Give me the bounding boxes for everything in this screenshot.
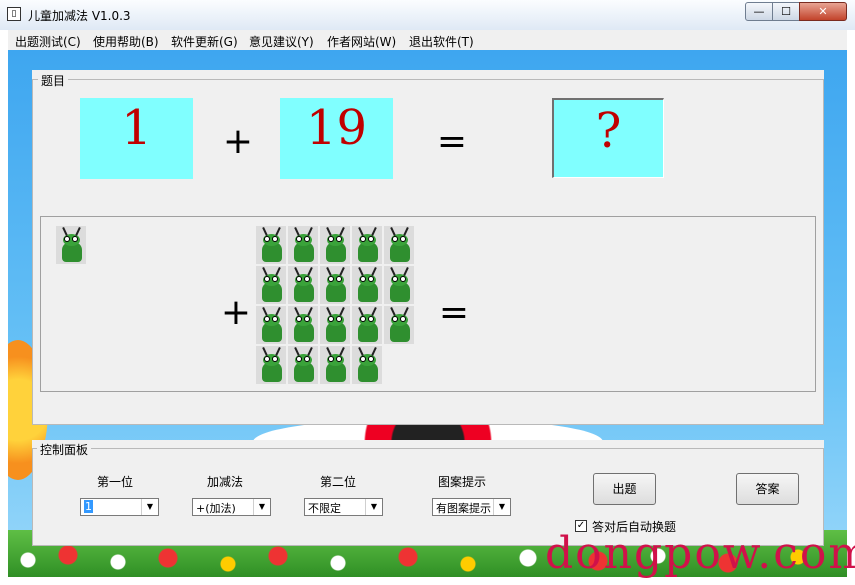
menu-help[interactable]: 使用帮助(B) — [93, 33, 159, 50]
equals-sign: = — [436, 121, 468, 162]
operation-label: 加减法 — [206, 475, 243, 489]
grasshopper-icon — [352, 306, 382, 344]
second-number-box: 19 — [280, 98, 393, 179]
menu-update[interactable]: 软件更新(G) — [171, 33, 238, 50]
second-picture-group — [256, 226, 421, 386]
first-digit-value: 1 — [84, 500, 93, 513]
second-digit-value: 不限定 — [308, 502, 341, 515]
grasshopper-icon — [320, 226, 350, 264]
chevron-down-icon[interactable]: ▼ — [253, 499, 270, 515]
picture-operator-sign: + — [220, 292, 252, 333]
operator-sign: + — [222, 121, 254, 162]
chevron-down-icon[interactable]: ▼ — [493, 499, 510, 515]
menu-exit[interactable]: 退出软件(T) — [409, 33, 474, 50]
grasshopper-icon — [288, 266, 318, 304]
first-picture-group — [56, 226, 96, 266]
grasshopper-icon — [256, 226, 286, 264]
operation-select[interactable]: +(加法) ▼ — [192, 498, 271, 516]
grasshopper-icon — [56, 226, 86, 264]
grasshopper-icon — [320, 346, 350, 384]
menu-quiz[interactable]: 出题测试(C) — [15, 33, 81, 50]
grasshopper-icon — [256, 346, 286, 384]
show-answer-button[interactable]: 答案 — [736, 473, 799, 505]
title-bar: ▯ 儿童加减法 V1.0.3 — ☐ ✕ — [0, 0, 855, 30]
grasshopper-icon — [320, 306, 350, 344]
watermark: dongpow.com — [545, 528, 855, 579]
grasshopper-icon — [256, 306, 286, 344]
question-legend: 题目 — [38, 72, 69, 89]
question-panel: 题目 1 + 19 = ? + = — [32, 70, 824, 425]
window-title: 儿童加减法 V1.0.3 — [28, 9, 131, 23]
chevron-down-icon[interactable]: ▼ — [365, 499, 382, 515]
grasshopper-icon — [288, 346, 318, 384]
grasshopper-icon — [288, 306, 318, 344]
close-button[interactable]: ✕ — [799, 2, 847, 21]
first-number-box: 1 — [80, 98, 193, 179]
menu-website[interactable]: 作者网站(W) — [327, 33, 396, 50]
picture-hint-panel: + = — [40, 216, 816, 392]
menu-bar: 出题测试(C) 使用帮助(B) 软件更新(G) 意见建议(Y) 作者网站(W) … — [8, 30, 847, 50]
second-digit-label: 第二位 — [319, 475, 356, 489]
control-legend: 控制面板 — [37, 441, 92, 458]
maximize-button[interactable]: ☐ — [772, 2, 800, 21]
grasshopper-icon — [320, 266, 350, 304]
menu-feedback[interactable]: 意见建议(Y) — [249, 33, 314, 50]
answer-box[interactable]: ? — [552, 98, 664, 178]
minimize-button[interactable]: — — [745, 2, 773, 21]
generate-question-button[interactable]: 出题 — [593, 473, 656, 505]
picture-equals-sign: = — [438, 292, 470, 333]
grasshopper-icon — [352, 266, 382, 304]
operation-value: +(加法) — [196, 502, 236, 515]
grasshopper-icon — [288, 226, 318, 264]
second-digit-select[interactable]: 不限定 ▼ — [304, 498, 383, 516]
grasshopper-icon — [352, 226, 382, 264]
picture-hint-value: 有图案提示 — [436, 502, 491, 515]
picture-hint-select[interactable]: 有图案提示 ▼ — [432, 498, 511, 516]
grasshopper-icon — [352, 346, 382, 384]
app-icon: ▯ — [7, 7, 21, 21]
grasshopper-icon — [256, 266, 286, 304]
grasshopper-icon — [384, 226, 414, 264]
grasshopper-icon — [384, 306, 414, 344]
chevron-down-icon[interactable]: ▼ — [141, 499, 158, 515]
first-digit-select[interactable]: 1 ▼ — [80, 498, 159, 516]
picture-hint-label: 图案提示 — [437, 475, 486, 489]
first-digit-label: 第一位 — [96, 475, 133, 489]
grasshopper-icon — [384, 266, 414, 304]
